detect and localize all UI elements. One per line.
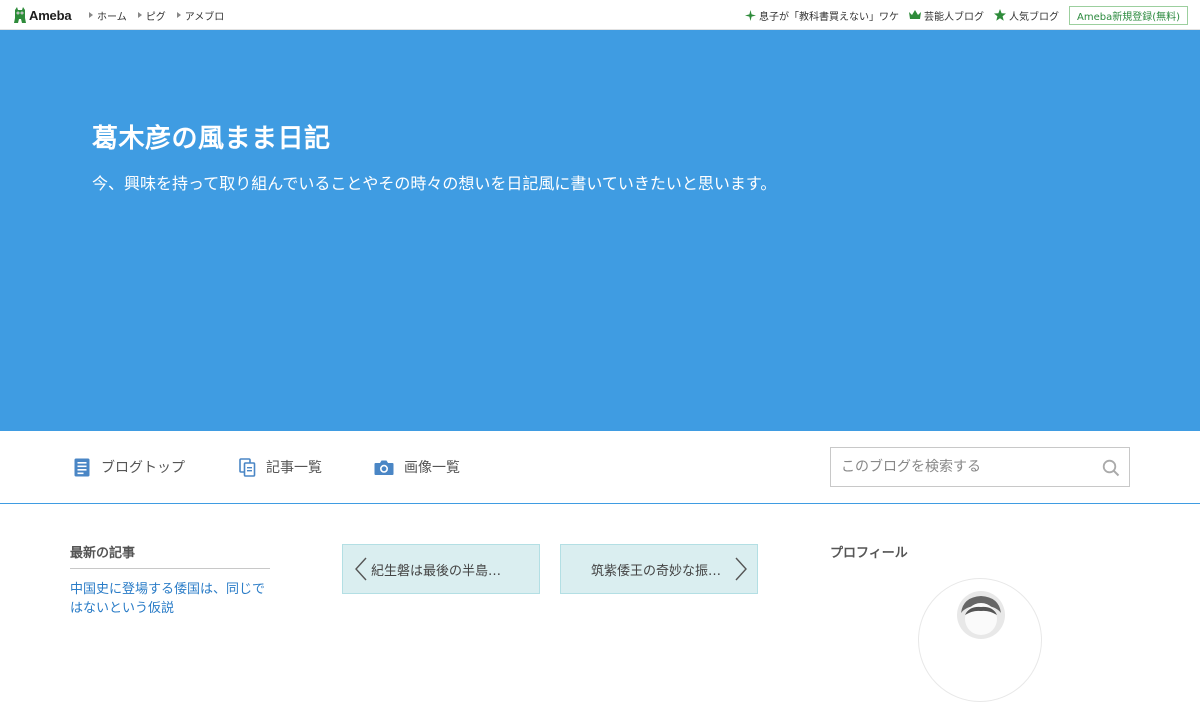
featured-article-link[interactable]: 息子が「教科書買えない」ワケ	[744, 8, 899, 23]
blog-top-link[interactable]: ブログトップ	[74, 457, 185, 477]
nav-pigg-link[interactable]: ピグ	[137, 8, 166, 23]
star-icon	[993, 9, 1006, 21]
triangle-right-icon	[176, 12, 181, 18]
profile-heading: プロフィール	[830, 546, 908, 561]
nav-home-label: ホーム	[97, 11, 127, 23]
latest-entry-link[interactable]: 中国史に登場する倭国は、同じではないという仮説	[70, 580, 275, 618]
chevron-left-icon	[355, 557, 367, 581]
next-entry-button[interactable]: 筑紫倭王の奇妙な振…	[560, 544, 758, 594]
celebrity-blog-link[interactable]: 芸能人ブログ	[908, 8, 984, 23]
blog-description: 今、興味を持って取り組んでいることやその時々の想いを日記風に書いていきたいと思い…	[92, 174, 777, 193]
document-icon	[74, 458, 91, 477]
popular-blog-label: 人気ブログ	[1008, 11, 1059, 23]
nav-home-link[interactable]: ホーム	[89, 8, 127, 23]
prev-entry-button[interactable]: 紀生磐は最後の半島…	[342, 544, 540, 594]
triangle-right-icon	[89, 12, 93, 18]
next-entry-label: 筑紫倭王の奇妙な振…	[591, 563, 722, 579]
global-header: Ameba ホーム ピグ アメブロ 息子が「教科書買えない」ワケ 芸能人ブログ	[0, 0, 1200, 30]
camera-icon	[374, 459, 394, 476]
latest-entries-heading: 最新の記事	[70, 546, 136, 561]
default-user-icon	[957, 591, 1005, 639]
copy-icon	[239, 457, 256, 477]
featured-article-label: 息子が「教科書買えない」ワケ	[758, 11, 899, 23]
popular-blog-link[interactable]: 人気ブログ	[993, 8, 1059, 23]
chevron-right-icon	[735, 557, 747, 581]
entry-list-link[interactable]: 記事一覧	[239, 457, 322, 477]
nav-ameblo-link[interactable]: アメブロ	[176, 8, 225, 23]
image-list-link[interactable]: 画像一覧	[374, 457, 460, 477]
entry-list-label: 記事一覧	[266, 460, 322, 476]
blog-search-input[interactable]	[831, 448, 1091, 486]
crown-icon	[908, 10, 921, 20]
ameba-logo[interactable]: Ameba	[13, 6, 72, 24]
nav-pigg-label: ピグ	[145, 11, 166, 23]
blog-header-hero: 葛木彦の風まま日記 今、興味を持って取り組んでいることやその時々の想いを日記風に…	[0, 30, 1200, 431]
avatar[interactable]	[918, 578, 1042, 702]
triangle-right-icon	[137, 12, 142, 18]
sparkle-icon	[744, 9, 756, 21]
blog-top-label: ブログトップ	[101, 460, 185, 476]
ameba-logo-text: Ameba	[29, 7, 72, 23]
prev-entry-label: 紀生磐は最後の半島…	[371, 563, 502, 579]
nav-ameblo-label: アメブロ	[184, 11, 225, 23]
blog-title[interactable]: 葛木彦の風まま日記	[92, 118, 331, 155]
ameba-logo-icon	[13, 6, 27, 24]
divider	[70, 568, 270, 569]
blog-search-box	[830, 447, 1130, 487]
celebrity-blog-label: 芸能人ブログ	[923, 11, 984, 23]
search-icon[interactable]	[1102, 459, 1120, 481]
global-right-nav: 息子が「教科書買えない」ワケ 芸能人ブログ 人気ブログ Ameba新規登録(無料…	[744, 0, 1200, 30]
global-left-nav: ホーム ピグ アメブロ	[89, 0, 235, 30]
register-button[interactable]: Ameba新規登録(無料)	[1068, 5, 1188, 25]
image-list-label: 画像一覧	[404, 460, 460, 476]
blog-nav: ブログトップ 記事一覧 画像一覧	[0, 431, 1200, 504]
